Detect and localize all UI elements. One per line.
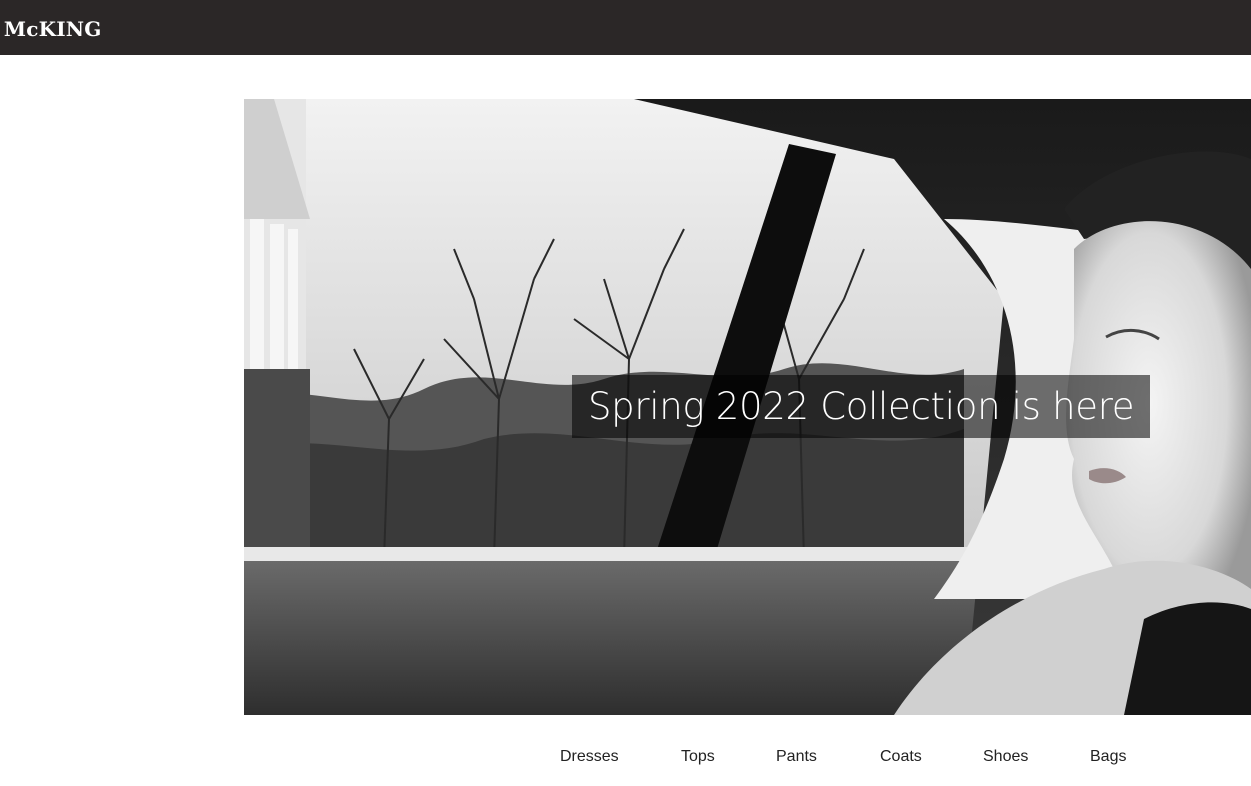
collection-banner[interactable]: Spring 2022 Collection is here bbox=[572, 375, 1151, 438]
nav-item-bags[interactable]: Bags bbox=[1090, 746, 1126, 768]
nav-item-coats[interactable]: Coats bbox=[880, 746, 922, 768]
top-header-bar: n McKING bbox=[0, 0, 1251, 55]
nav-item-shoes[interactable]: Shoes bbox=[983, 746, 1028, 768]
nav-item-pants[interactable]: Pants bbox=[776, 746, 817, 768]
brand-logo-text[interactable]: n McKING bbox=[0, 17, 102, 41]
nav-item-dresses[interactable]: Dresses bbox=[560, 746, 619, 768]
category-nav: Dresses Tops Pants Coats Shoes Bags bbox=[0, 746, 1251, 770]
hero-image: Spring 2022 Collection is here bbox=[244, 99, 1251, 715]
nav-item-tops[interactable]: Tops bbox=[681, 746, 715, 768]
